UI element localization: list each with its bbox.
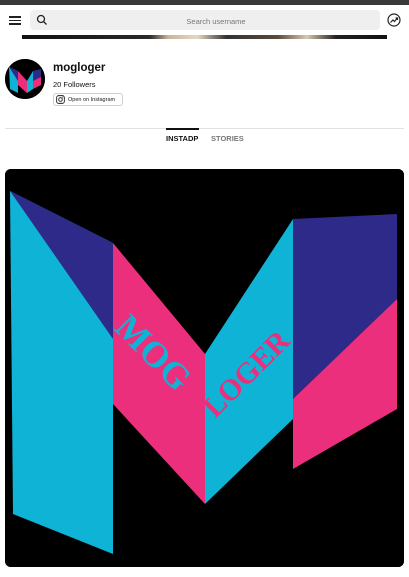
open-on-instagram-button[interactable]: Open on Instagram <box>53 93 123 106</box>
search-input[interactable] <box>54 10 378 32</box>
follower-count: 20 Followers <box>53 80 96 89</box>
avatar-logo-image <box>5 59 45 99</box>
open-on-instagram-label: Open on Instagram <box>68 96 116 103</box>
header-bar <box>0 5 409 35</box>
search-box[interactable] <box>30 10 380 32</box>
avatar <box>5 59 45 99</box>
trending-icon[interactable] <box>387 13 401 27</box>
profile-username: mogloger <box>53 62 106 74</box>
cover-image-strip <box>22 35 387 39</box>
post-image[interactable]: MOG LOGER <box>5 169 404 567</box>
tab-instadp[interactable]: INSTADP <box>166 134 198 143</box>
tabs-divider <box>5 128 404 129</box>
active-tab-indicator <box>166 128 199 130</box>
tab-stories[interactable]: STORIES <box>211 134 244 143</box>
hamburger-menu-icon[interactable] <box>9 14 21 26</box>
mogloger-logo-image: MOG LOGER <box>5 169 404 567</box>
search-icon <box>36 14 47 25</box>
instagram-icon <box>56 95 65 104</box>
